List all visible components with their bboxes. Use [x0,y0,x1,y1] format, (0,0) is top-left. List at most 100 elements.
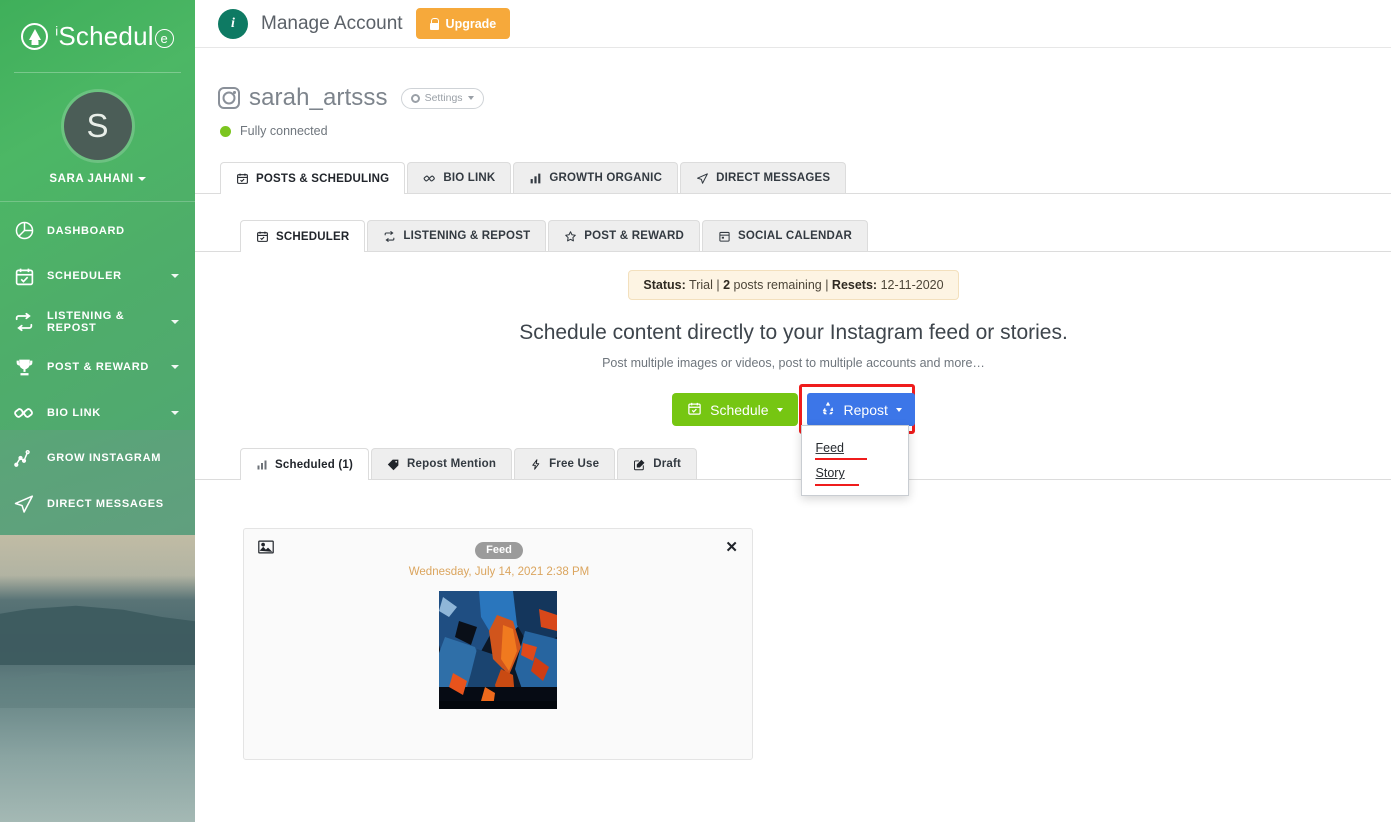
sidebar-item-dashboard[interactable]: DASHBOARD [0,208,195,254]
subtab-label: POST & REWARD [584,230,685,242]
posttab-label: Scheduled (1) [275,458,354,471]
sub-tab-bar: SCHEDULER LISTENING & REPOST POST & REWA… [195,220,1392,252]
recycle-icon [820,400,836,419]
tab-bio-link[interactable]: BIO LINK [407,162,512,193]
dropdown-item-label: Feed [815,441,845,455]
calendar-check-icon [8,263,40,289]
sidebar-nav: DASHBOARD SCHEDULER LISTENING & REPOST P… [0,202,195,527]
post-type-badge: Feed [475,542,523,559]
account-header: sarah_artsss Settings Fully connected [195,48,1392,138]
edit-icon [633,458,646,471]
subtab-scheduler[interactable]: SCHEDULER [240,220,366,252]
brand-name: Schedul [58,20,154,51]
abstract-painting-thumbnail [439,591,557,709]
trophy-icon [8,354,40,380]
subtab-post-reward[interactable]: POST & REWARD [548,220,701,251]
subtab-social-calendar[interactable]: SOCIAL CALENDAR [702,220,868,251]
settings-button[interactable]: Settings [400,87,484,109]
upgrade-button[interactable]: Upgrade [415,8,511,39]
main-area: i Manage Account Upgrade sarah_artsss Se… [195,0,1392,822]
scheduler-pane: Status: Trial | 2 posts remaining | Rese… [195,270,1392,760]
brand-logo-area[interactable]: iSchedul e [0,0,195,72]
posts-remaining-label: posts remaining | [730,278,832,292]
dropdown-item-label: Story [815,466,845,480]
connection-status: Fully connected [218,124,1392,138]
resets-label: Resets: [831,278,878,292]
sidebar-item-post-reward[interactable]: POST & REWARD [0,345,195,391]
line-graph-icon [8,445,40,471]
link-chain-icon [8,400,40,426]
settings-label: Settings [424,92,463,104]
tab-growth-organic[interactable]: GROWTH ORGANIC [513,162,679,193]
posttab-free-use[interactable]: Free Use [514,448,616,479]
tab-label: BIO LINK [443,172,496,184]
ai-schedule-logo-icon [21,22,49,50]
sidebar-item-label: DASHBOARD [47,224,125,237]
tag-icon [387,458,400,471]
info-icon[interactable]: i [218,8,248,39]
dropdown-item-story[interactable]: Story [802,460,908,486]
chevron-down-icon [776,407,783,412]
chevron-down-icon [895,407,902,412]
dropdown-item-feed[interactable]: Feed [802,435,908,460]
scheduled-post-card: Feed Wednesday, July 14, 2021 2:38 PM ✕ [243,528,753,760]
status-dot-icon [220,125,231,137]
chevron-down-icon [171,319,179,324]
repost-button[interactable]: Repost [806,393,915,426]
calendar-icon [236,172,249,185]
hero-heading: Schedule content directly to your Instag… [519,321,1068,344]
repeat-icon [383,230,396,243]
profile-name-label: SARA JAHANI [49,173,134,185]
posttab-draft[interactable]: Draft [617,448,698,479]
close-icon[interactable]: ✕ [724,540,738,555]
calendar-check-icon [256,230,269,243]
sidebar-item-label: DIRECT MESSAGES [47,497,164,510]
status-banner-wrap: Status: Trial | 2 posts remaining | Rese… [195,270,1392,300]
avatar[interactable]: S [63,92,132,160]
tab-label: DIRECT MESSAGES [716,172,831,184]
repost-label: Repost [843,401,888,418]
top-bar: i Manage Account Upgrade [195,0,1392,48]
tab-direct-messages[interactable]: DIRECT MESSAGES [680,162,847,193]
calendar-grid-icon [718,230,731,243]
subtab-label: LISTENING & REPOST [403,230,531,242]
calendar-check-icon [687,401,702,419]
sidebar-item-label: BIO LINK [47,406,101,419]
status-value: Trial | [685,278,724,292]
sidebar-item-listening-repost[interactable]: LISTENING & REPOST [0,299,195,345]
bar-chart-icon [256,459,268,471]
page-title: Manage Account [261,12,403,34]
app-root: iSchedul e S SARA JAHANI DASHBOARD SCHED… [0,0,1392,822]
post-card-zone: Feed Wednesday, July 14, 2021 2:38 PM ✕ [195,480,1392,760]
sidebar-item-direct-messages[interactable]: DIRECT MESSAGES [0,481,195,527]
tab-label: GROWTH ORGANIC [549,172,663,184]
repost-dropdown-menu: Feed Story [800,425,909,496]
sidebar-item-label: SCHEDULER [47,270,122,283]
hero-subtext: Post multiple images or videos, post to … [602,356,985,370]
account-username: sarah_artsss [249,84,388,111]
tab-posts-scheduling[interactable]: POSTS & SCHEDULING [220,162,406,194]
main-tab-bar: POSTS & SCHEDULING BIO LINK GROWTH ORGAN… [195,162,1392,194]
instagram-icon [218,87,240,109]
post-thumbnail[interactable] [439,591,557,709]
subtab-listening-repost[interactable]: LISTENING & REPOST [367,220,547,251]
sidebar-item-scheduler[interactable]: SCHEDULER [0,254,195,300]
status-label: Status: [643,278,686,292]
paper-plane-icon [696,172,709,185]
sidebar-item-bio-link[interactable]: BIO LINK [0,390,195,436]
posttab-scheduled[interactable]: Scheduled (1) [240,448,370,480]
star-icon [564,230,577,243]
tab-label: POSTS & SCHEDULING [256,172,390,185]
status-badge: Status: Trial | 2 posts remaining | Rese… [628,270,959,300]
sidebar: iSchedul e S SARA JAHANI DASHBOARD SCHED… [0,0,195,822]
posttab-repost-mention[interactable]: Repost Mention [371,448,513,479]
posttab-label: Repost Mention [407,458,497,470]
upgrade-label: Upgrade [445,16,497,31]
schedule-button[interactable]: Schedule [672,393,798,426]
bolt-icon [530,458,542,471]
subtab-label: SCHEDULER [276,230,350,243]
connection-status-label: Fully connected [240,124,328,138]
profile-name-menu[interactable]: SARA JAHANI [0,173,195,185]
post-scheduled-date: Wednesday, July 14, 2021 2:38 PM [408,566,590,578]
sidebar-item-grow-instagram[interactable]: GROW INSTAGRAM [0,436,195,482]
